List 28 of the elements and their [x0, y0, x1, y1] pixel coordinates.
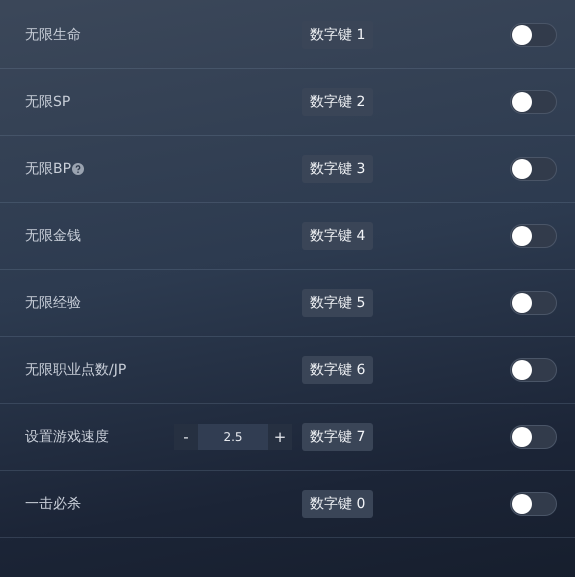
hotkey-label: 数字键 6	[302, 356, 374, 384]
increase-button[interactable]: +	[268, 424, 292, 450]
option-label: 无限金钱	[25, 227, 81, 245]
option-label: 无限经验	[25, 294, 81, 312]
option-label: 一击必杀	[25, 495, 81, 513]
decrease-button[interactable]: -	[174, 424, 198, 450]
hotkey-label: 数字键 5	[302, 289, 374, 317]
hotkey-label: 数字键 2	[302, 88, 374, 116]
speed-input[interactable]: 2.5	[198, 424, 268, 450]
hotkey-label: 数字键 1	[302, 21, 374, 49]
toggle-switch[interactable]	[510, 157, 557, 181]
toggle-switch[interactable]	[510, 425, 557, 449]
hotkey-label: 数字键 7	[302, 423, 374, 451]
option-label: 无限BP	[25, 160, 72, 178]
toggle-switch[interactable]	[510, 23, 557, 47]
toggle-switch[interactable]	[510, 492, 557, 516]
option-label: 设置游戏速度	[25, 428, 109, 446]
hotkey-label: 数字键 0	[302, 490, 374, 518]
toggle-switch[interactable]	[510, 291, 557, 315]
option-label: 无限SP	[25, 93, 70, 111]
toggle-switch[interactable]	[510, 224, 557, 248]
option-label: 无限职业点数/JP	[25, 361, 126, 379]
hotkey-label: 数字键 3	[302, 155, 374, 183]
help-icon[interactable]	[72, 163, 84, 175]
hotkey-label: 数字键 4	[302, 222, 374, 250]
option-label: 无限生命	[25, 26, 81, 44]
toggle-switch[interactable]	[510, 90, 557, 114]
toggle-switch[interactable]	[510, 358, 557, 382]
